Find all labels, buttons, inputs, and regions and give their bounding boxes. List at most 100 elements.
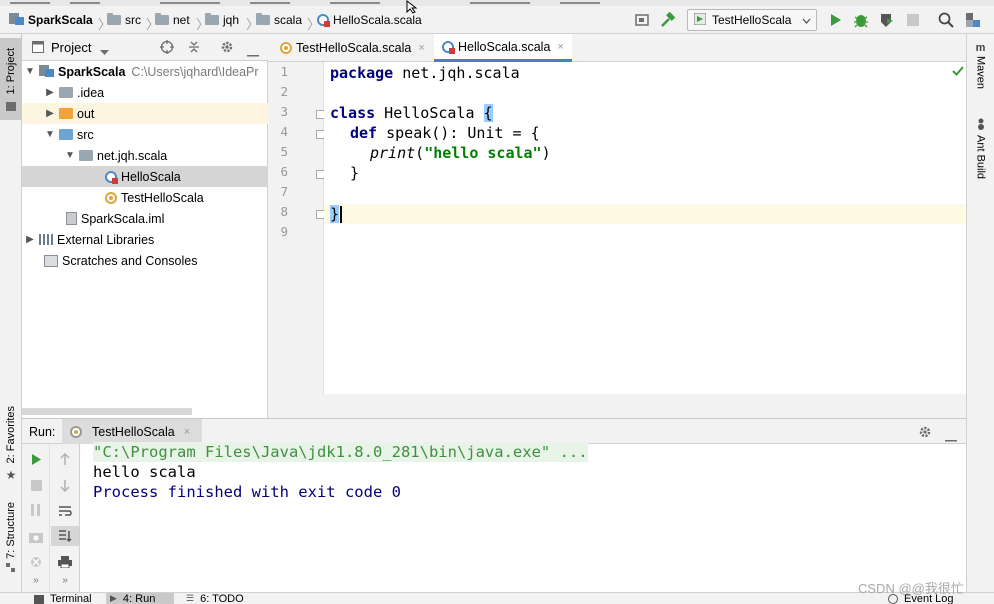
- chevron-right-icon[interactable]: ▶: [24, 234, 36, 245]
- tool-tab-ant-build[interactable]: Ant Build: [967, 118, 994, 190]
- project-view-icon: [32, 41, 44, 56]
- stop-icon[interactable]: [22, 475, 50, 495]
- folder-icon: [205, 13, 219, 25]
- tree-item-external-libraries[interactable]: ▶ External Libraries: [22, 229, 268, 250]
- run-panel-header: Run: TestHelloScala ×: [22, 418, 966, 444]
- tree-item-sparkscala[interactable]: ▼ SparkScala C:\Users\jqhard\IdeaPr: [22, 61, 268, 82]
- editor-tab-bar: TestHelloScala.scala × HelloScala.scala …: [268, 34, 966, 62]
- tree-item-testhelloscala[interactable]: TestHelloScala: [22, 187, 268, 208]
- locate-target-icon[interactable]: [160, 40, 174, 57]
- chevron-down-icon[interactable]: ▼: [24, 66, 36, 77]
- line-number: 4: [280, 124, 288, 139]
- breadcrumb-item-sparkscala[interactable]: SparkScala: [9, 6, 93, 34]
- folder-icon: [155, 13, 169, 25]
- library-icon: [39, 234, 53, 245]
- tool-tab-project[interactable]: 1: Project: [0, 38, 22, 120]
- tree-item-src[interactable]: ▼ src: [22, 124, 268, 145]
- code-line-6: }: [350, 164, 360, 182]
- scala-object-icon: [693, 12, 707, 28]
- tree-item-scratches[interactable]: Scratches and Consoles: [22, 250, 268, 271]
- folder-icon: [107, 13, 121, 25]
- collapse-all-icon[interactable]: [187, 40, 201, 57]
- chevron-right-icon[interactable]: ▶: [44, 108, 56, 119]
- line-number: 2: [280, 84, 288, 99]
- run-tab-testhelloscala[interactable]: TestHelloScala ×: [62, 419, 202, 444]
- breadcrumb-item-net[interactable]: net: [155, 6, 190, 34]
- scroll-to-end-icon[interactable]: [51, 526, 79, 546]
- breadcrumb-item-src[interactable]: src: [107, 6, 141, 34]
- scala-object-icon: [70, 425, 82, 438]
- more-icon[interactable]: »: [22, 572, 50, 588]
- line-number: 1: [280, 64, 288, 79]
- tool-tab-structure[interactable]: 7: Structure: [0, 496, 22, 578]
- chevron-down-icon: [802, 13, 811, 27]
- tree-item-iml[interactable]: SparkScala.iml: [22, 208, 268, 229]
- iml-file-icon: [66, 212, 77, 225]
- code-line-8: }: [330, 205, 340, 223]
- console-line-command: "C:\Program Files\Java\jdk1.8.0_281\bin\…: [93, 442, 588, 462]
- ant-icon: [976, 118, 986, 133]
- run-icon[interactable]: [825, 10, 847, 30]
- structure-icon: [6, 562, 16, 576]
- chevron-right-icon[interactable]: ▶: [44, 87, 56, 98]
- close-icon[interactable]: ×: [418, 42, 424, 54]
- list-icon: ☰: [186, 593, 195, 603]
- code-editor[interactable]: package net.jqh.scala class HelloScala {…: [324, 62, 966, 394]
- tab-testhelloscala[interactable]: TestHelloScala.scala ×: [272, 34, 433, 62]
- stop-icon[interactable]: [902, 10, 924, 30]
- tree-item-helloscala[interactable]: HelloScala: [22, 166, 268, 187]
- tool-tab-run[interactable]: ▶ 4: Run: [106, 593, 174, 604]
- checkmark-icon: [952, 65, 964, 79]
- print-icon[interactable]: [51, 552, 79, 572]
- scala-file-icon: [317, 14, 330, 27]
- project-structure-icon[interactable]: [962, 10, 984, 30]
- minimize-icon[interactable]: [247, 46, 259, 60]
- arrow-down-icon[interactable]: [51, 475, 79, 495]
- clear-icon[interactable]: [22, 552, 50, 572]
- scratches-icon: [44, 254, 58, 267]
- more-icon[interactable]: »: [51, 572, 79, 588]
- gear-icon[interactable]: [220, 40, 234, 57]
- right-tool-strip: m Maven Ant Build: [966, 34, 994, 604]
- minimize-icon[interactable]: [945, 431, 957, 445]
- tree-item-idea[interactable]: ▶ .idea: [22, 82, 268, 103]
- scala-object-icon: [280, 42, 292, 54]
- chevron-down-icon[interactable]: ▼: [64, 150, 76, 161]
- chevron-down-icon[interactable]: [100, 45, 109, 59]
- tool-tab-favorites[interactable]: 2: Favorites ★: [0, 402, 22, 482]
- line-number: 9: [280, 224, 288, 239]
- line-number: 8: [280, 204, 288, 219]
- code-line-3: class HelloScala {: [330, 104, 493, 122]
- editor-bottom-area: [268, 394, 966, 418]
- rerun-icon[interactable]: [22, 449, 50, 469]
- line-number: 7: [280, 184, 288, 199]
- close-icon[interactable]: ×: [557, 41, 563, 53]
- debug-icon[interactable]: [850, 10, 872, 30]
- editor-gutter: 1 2 3 4 5 6 7 8 9: [268, 62, 325, 394]
- horizontal-scrollbar[interactable]: [22, 408, 192, 415]
- search-icon[interactable]: [935, 10, 957, 30]
- build-project-icon[interactable]: [632, 10, 654, 30]
- breadcrumb-item-jqh[interactable]: jqh: [205, 6, 239, 34]
- pause-icon[interactable]: [22, 500, 50, 520]
- hammer-build-icon[interactable]: [657, 10, 679, 30]
- arrow-up-icon[interactable]: [51, 449, 79, 469]
- scala-class-icon: [442, 40, 455, 54]
- tab-helloscala[interactable]: HelloScala.scala ×: [434, 34, 572, 62]
- gear-icon[interactable]: [918, 425, 932, 442]
- tree-item-out[interactable]: ▶ out: [22, 103, 268, 124]
- tool-tab-todo[interactable]: ☰ 6: TODO: [182, 593, 244, 604]
- close-icon[interactable]: ×: [184, 426, 190, 438]
- tree-item-package[interactable]: ▼ net.jqh.scala: [22, 145, 268, 166]
- soft-wrap-icon[interactable]: [51, 501, 79, 521]
- console-output[interactable]: "C:\Program Files\Java\jdk1.8.0_281\bin\…: [80, 442, 966, 592]
- breadcrumb-item-scala[interactable]: scala: [256, 6, 302, 34]
- project-view-dropdown[interactable]: Project: [51, 40, 91, 55]
- run-with-coverage-icon[interactable]: [876, 10, 898, 30]
- tool-tab-terminal[interactable]: Terminal: [30, 593, 92, 604]
- terminal-icon: [34, 595, 44, 604]
- run-configuration-select[interactable]: TestHelloScala: [687, 9, 817, 31]
- chevron-down-icon[interactable]: ▼: [44, 129, 56, 140]
- tool-tab-maven[interactable]: m Maven: [967, 42, 994, 102]
- camera-icon[interactable]: [22, 527, 50, 547]
